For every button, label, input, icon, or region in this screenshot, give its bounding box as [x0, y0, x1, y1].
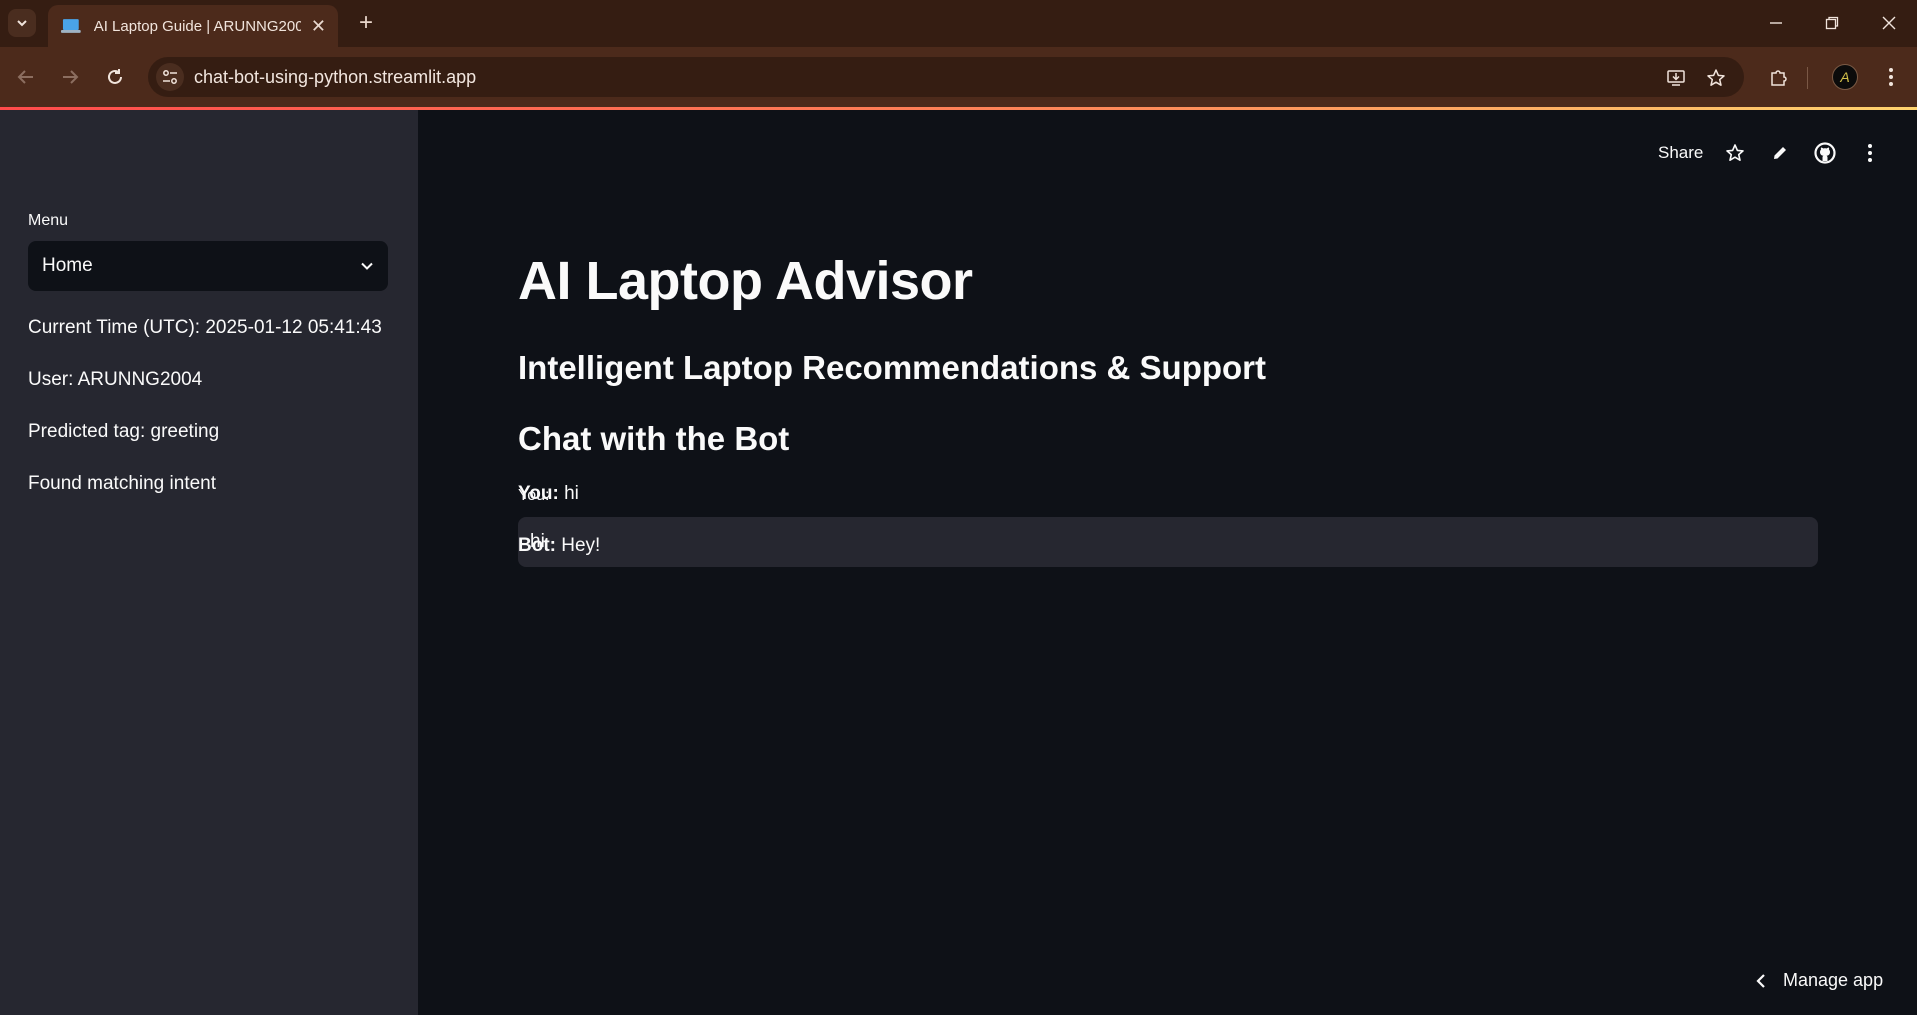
- install-icon: [1667, 70, 1685, 86]
- back-button[interactable]: [10, 61, 42, 93]
- site-info-button[interactable]: [156, 63, 184, 91]
- forward-arrow-icon: [63, 70, 79, 84]
- reload-icon: [108, 69, 122, 84]
- user-text: User: ARUNNG2004: [28, 369, 203, 390]
- favorite-button[interactable]: [1722, 140, 1748, 166]
- message-speaker: Bot:: [518, 535, 556, 556]
- predicted-tag-text: Predicted tag: greeting: [28, 421, 220, 442]
- url-text: chat-bot-using-python.streamlit.app: [194, 67, 477, 87]
- profile-button[interactable]: A: [1829, 61, 1861, 93]
- menu-label: Menu: [28, 212, 69, 229]
- sidebar: Menu Home Current Time (UTC): 2025-01-12…: [0, 110, 418, 1015]
- current-time-text: Current Time (UTC): 2025-01-12 05:41:43: [28, 317, 382, 338]
- avatar: A: [1832, 64, 1858, 90]
- edit-button[interactable]: [1767, 140, 1793, 166]
- browser-toolbar: chat-bot-using-python.streamlit.app A: [0, 47, 1917, 107]
- github-icon: [1814, 142, 1836, 164]
- pencil-icon: [1774, 147, 1786, 159]
- laptop-favicon-icon: [60, 19, 81, 33]
- chat-heading: Chat with the Bot: [518, 420, 790, 457]
- menu-select-value: Home: [42, 255, 93, 276]
- tab-title: AI Laptop Guide | ARUNNG2004: [93, 17, 301, 35]
- chevron-down-icon: [361, 262, 373, 270]
- restore-button[interactable]: [1812, 10, 1852, 36]
- found-intent-text: Found matching intent: [28, 473, 217, 494]
- chevron-left-icon: [1756, 973, 1765, 988]
- manage-app-label: Manage app: [1783, 970, 1884, 990]
- menu-select[interactable]: Home: [28, 241, 388, 291]
- toolbar-separator: [1807, 67, 1808, 89]
- install-app-button[interactable]: [1663, 65, 1689, 91]
- puzzle-icon: [1771, 70, 1787, 86]
- chat-message-bot: Bot: Hey!: [518, 535, 600, 557]
- message-text: Hey!: [555, 535, 601, 556]
- kebab-menu-icon: [1868, 144, 1872, 162]
- star-icon: [1726, 144, 1744, 161]
- browser-tab-bar: AI Laptop Guide | ARUNNG2004 ✕ +: [0, 0, 1917, 47]
- kebab-menu-icon: [1889, 68, 1893, 86]
- close-window-button[interactable]: [1869, 10, 1909, 36]
- app-menu-button[interactable]: [1857, 140, 1883, 166]
- github-button[interactable]: [1812, 140, 1838, 166]
- tab-close-icon[interactable]: ✕: [311, 16, 326, 37]
- address-bar[interactable]: chat-bot-using-python.streamlit.app: [148, 57, 1744, 97]
- tab-search-button[interactable]: [8, 9, 36, 37]
- chevron-down-icon: [17, 20, 27, 27]
- manage-app-button[interactable]: Manage app: [1755, 970, 1883, 991]
- extensions-button[interactable]: [1763, 61, 1795, 93]
- browser-tab[interactable]: AI Laptop Guide | ARUNNG2004 ✕: [48, 5, 338, 47]
- tune-icon: [163, 70, 177, 84]
- chat-input[interactable]: [518, 517, 1818, 567]
- new-tab-button[interactable]: +: [352, 9, 380, 37]
- close-icon: [1882, 16, 1896, 30]
- bookmark-button[interactable]: [1703, 65, 1729, 91]
- restore-icon: [1825, 16, 1839, 30]
- minimize-icon: [1770, 22, 1782, 24]
- browser-menu-button[interactable]: [1875, 61, 1907, 93]
- page-title: AI Laptop Advisor: [518, 251, 973, 311]
- main-content: Share AI Laptop Advisor Intelligent Lapt…: [418, 110, 1917, 1015]
- chat-message-user: You: hi: [518, 483, 579, 505]
- back-arrow-icon: [17, 70, 33, 84]
- message-text: hi: [558, 483, 579, 504]
- reload-button[interactable]: [99, 61, 131, 93]
- page-subtitle: Intelligent Laptop Recommendations & Sup…: [518, 349, 1267, 386]
- share-button[interactable]: Share: [1658, 143, 1703, 163]
- star-icon: [1707, 69, 1725, 86]
- message-speaker: You:: [518, 483, 559, 504]
- forward-button[interactable]: [54, 61, 86, 93]
- minimize-button[interactable]: [1756, 10, 1796, 36]
